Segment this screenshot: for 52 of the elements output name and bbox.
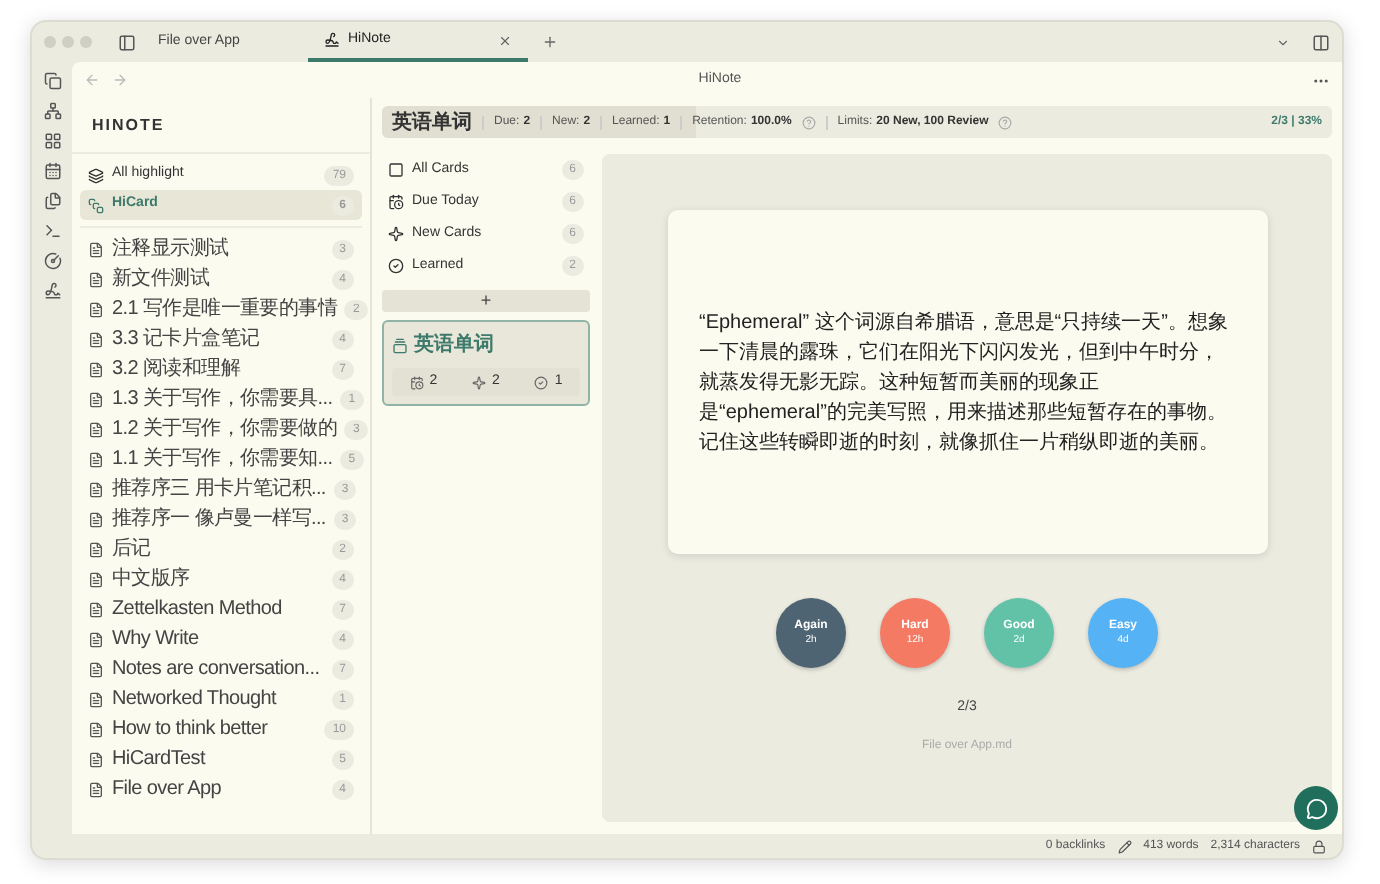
file-icon <box>88 661 104 677</box>
file-icon <box>88 361 104 377</box>
stack-icon <box>88 197 104 213</box>
copy-icon[interactable] <box>43 72 61 90</box>
file-icon <box>88 541 104 557</box>
calendar-icon <box>409 375 424 389</box>
lock-icon[interactable] <box>1312 839 1326 853</box>
file-icon <box>88 721 104 737</box>
file-icon <box>88 271 104 287</box>
deck-icon <box>392 337 408 353</box>
sparkle-icon <box>388 226 404 242</box>
file-icon <box>88 781 104 797</box>
sidebar-title: HINOTE <box>92 113 165 137</box>
file-icon <box>88 391 104 407</box>
pencil-icon[interactable] <box>1117 839 1132 853</box>
file-icon <box>88 751 104 767</box>
signature-icon <box>324 32 340 48</box>
gauge-icon[interactable] <box>43 252 61 270</box>
file-icon <box>88 481 104 497</box>
grid-icon[interactable] <box>43 132 61 150</box>
file-icon <box>88 691 104 707</box>
files-icon[interactable] <box>43 192 61 210</box>
add-button[interactable]: + <box>382 290 590 312</box>
file-icon <box>88 511 104 527</box>
file-icon <box>88 571 104 587</box>
card-text: “Ephemeral” 这个词源自希腊语，意思是“只持续一天”。想象一下清晨的露珠，它们在阳光下闪闪发光，但到中午时分，就蒸发得无影无踪。这种短暂而美丽的现象正是“ephemeral”的完美写照，用来描述那些短暂存在的事物。记住这些转瞬即逝的时刻，就像抓住一片稍纵即逝的美丽。 <box>699 309 1230 457</box>
calendar-icon[interactable] <box>43 162 61 180</box>
chat-button[interactable] <box>1294 786 1338 830</box>
file-icon <box>88 601 104 617</box>
terminal-icon[interactable] <box>43 222 61 240</box>
network-icon[interactable] <box>43 102 61 120</box>
layout-icon[interactable] <box>1312 33 1330 51</box>
deck-name: 英语单词 <box>392 109 472 137</box>
check-circle-icon <box>534 375 549 389</box>
file-icon <box>88 631 104 647</box>
calendar-icon <box>388 194 404 210</box>
signature-icon[interactable] <box>43 282 61 300</box>
chat-icon <box>1305 797 1327 819</box>
square-icon <box>388 162 404 178</box>
file-icon <box>88 241 104 257</box>
deck-title: 英语单词 <box>414 331 494 360</box>
file-icon <box>88 421 104 437</box>
new-tab-icon[interactable] <box>542 34 558 50</box>
chevron-icon[interactable] <box>1276 35 1290 49</box>
sidebar-toggle-icon[interactable] <box>118 33 136 51</box>
file-icon <box>88 331 104 347</box>
file-icon <box>88 451 104 467</box>
check-circle-icon <box>388 258 404 274</box>
file-icon <box>88 301 104 317</box>
close-icon[interactable] <box>498 33 512 47</box>
sparkle-icon <box>472 375 487 389</box>
layers-icon <box>88 167 104 183</box>
